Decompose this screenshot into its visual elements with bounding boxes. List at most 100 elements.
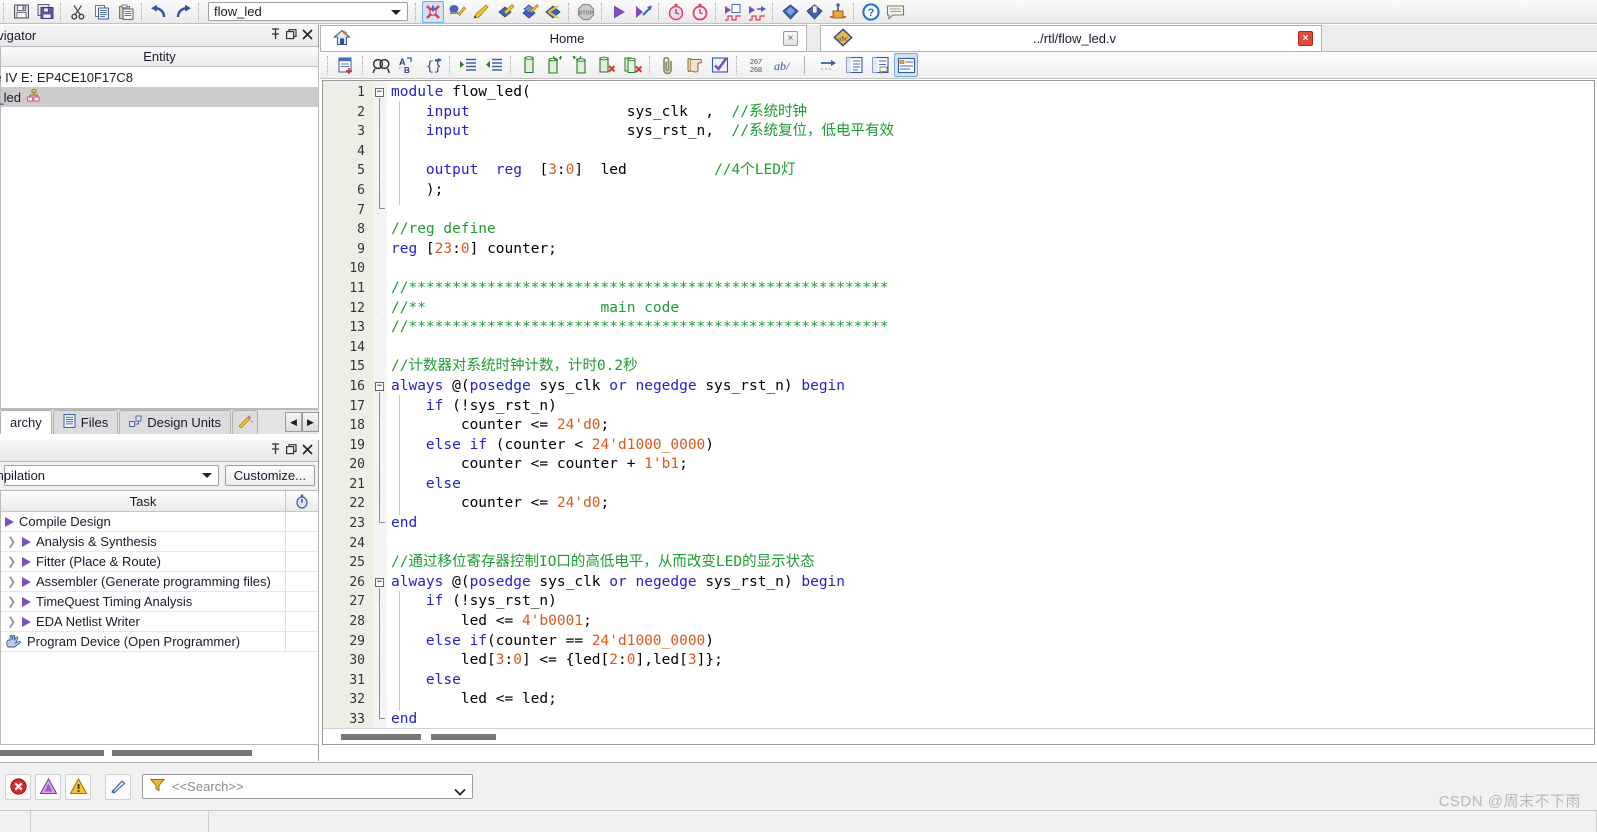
play-triangle-icon[interactable] xyxy=(22,576,31,587)
project-revision-combo[interactable]: flow_led xyxy=(208,2,408,21)
code-line[interactable]: counter <= 24'd0; xyxy=(387,494,1594,514)
code-line[interactable] xyxy=(387,259,1594,279)
code-line[interactable]: ); xyxy=(387,181,1594,201)
customize-button[interactable]: Customize... xyxy=(224,464,315,486)
play-triangle-icon[interactable] xyxy=(22,596,31,607)
show-whitespace-icon[interactable] xyxy=(894,53,918,77)
code-line[interactable]: module flow_led( xyxy=(387,83,1594,103)
code-line[interactable]: else if(counter == 24'd1000_0000) xyxy=(387,632,1594,652)
fold-column[interactable] xyxy=(373,81,387,744)
signaltap-icon[interactable] xyxy=(827,1,849,23)
task-row[interactable]: ❯ Assembler (Generate programming files) xyxy=(1,572,318,592)
code-line[interactable] xyxy=(387,142,1594,162)
fold-toggle-icon[interactable]: − xyxy=(375,382,384,391)
play-triangle-icon[interactable] xyxy=(22,556,31,567)
code-editor[interactable]: 1 2 3 4 5 6 7 8 9 10 11 12 13 14 15 16 17 18 19 20 21 22 23 24 2… xyxy=(322,80,1595,747)
chevron-down-icon[interactable] xyxy=(201,473,212,478)
show-tooltips-icon[interactable] xyxy=(868,53,892,77)
decrease-indent-icon[interactable] xyxy=(482,53,506,77)
code-line[interactable]: counter <= 24'd0; xyxy=(387,416,1594,436)
search-input[interactable]: <<Search>> xyxy=(142,774,473,799)
code-line[interactable]: end xyxy=(387,514,1594,534)
chevron-right-icon[interactable]: ❯ xyxy=(7,595,17,608)
left-horizontal-scrollbar[interactable] xyxy=(0,745,319,761)
restore-icon[interactable] xyxy=(286,28,297,42)
code-line[interactable]: counter <= counter + 1'b1; xyxy=(387,455,1594,475)
code-line[interactable]: if (!sys_rst_n) xyxy=(387,592,1594,612)
analysis-elaboration-icon[interactable] xyxy=(446,1,468,23)
chevron-down-icon[interactable] xyxy=(454,784,466,796)
start-analysis-synthesis-icon[interactable] xyxy=(494,1,516,23)
toggle-wrap-icon[interactable]: ab/ xyxy=(771,53,795,77)
undo-icon[interactable] xyxy=(148,1,170,23)
code-line[interactable]: else xyxy=(387,475,1594,495)
tab-design-units[interactable]: Design Units xyxy=(119,410,231,434)
task-row[interactable]: ❯ TimeQuest Timing Analysis xyxy=(1,592,318,612)
code-line[interactable]: //**************************************… xyxy=(387,279,1594,299)
fold-toggle-icon[interactable]: − xyxy=(375,88,384,97)
chevron-right-icon[interactable]: ❯ xyxy=(7,555,17,568)
insert-template-icon[interactable] xyxy=(334,53,358,77)
task-row[interactable]: Compile Design xyxy=(1,512,318,532)
code-line[interactable]: //reg define xyxy=(387,220,1594,240)
entity-row-toplevel[interactable]: w_led xyxy=(0,87,318,107)
goto-line-icon[interactable] xyxy=(816,53,840,77)
navigator-tab-scroll[interactable]: ◀ ▶ xyxy=(285,412,319,432)
chevron-right-icon[interactable]: ❯ xyxy=(7,615,17,628)
code-line[interactable]: always @(posedge sys_clk or negedge sys_… xyxy=(387,377,1594,397)
compilation-stop-icon[interactable] xyxy=(422,0,444,23)
play-triangle-icon[interactable] xyxy=(5,516,14,527)
code-line[interactable]: led <= led; xyxy=(387,690,1594,710)
task-row[interactable]: Program Device (Open Programmer) xyxy=(1,632,318,652)
comment-icon[interactable] xyxy=(517,53,541,77)
line-numbers-icon[interactable]: 267 268 xyxy=(743,53,769,77)
hand-icon[interactable] xyxy=(5,634,22,649)
scroll-thumb-2[interactable] xyxy=(431,734,496,740)
tasks-close-icon[interactable] xyxy=(302,443,313,457)
code-line[interactable]: else xyxy=(387,671,1594,691)
scroll-thumb-2[interactable] xyxy=(112,750,252,756)
replace-icon[interactable]: A B xyxy=(395,53,419,77)
show-structure-icon[interactable] xyxy=(842,53,866,77)
code-line[interactable]: //计数器对系统时钟计数，计时0.2秒 xyxy=(387,357,1594,377)
goto-icon[interactable]: {} xyxy=(421,53,445,77)
start-compilation-icon[interactable] xyxy=(608,1,630,23)
timing-analyzer-icon[interactable] xyxy=(689,1,711,23)
scroll-thumb-1[interactable] xyxy=(341,734,421,740)
fold-toggle-icon[interactable]: − xyxy=(375,578,384,587)
insert-file-icon[interactable] xyxy=(569,53,593,77)
paste-icon[interactable] xyxy=(115,1,137,23)
increase-indent-icon[interactable] xyxy=(456,53,480,77)
netlist-in-icon[interactable] xyxy=(722,1,744,23)
funnel-icon[interactable] xyxy=(149,778,166,795)
start-fitter-icon[interactable] xyxy=(518,1,540,23)
save-icon[interactable] xyxy=(10,1,32,23)
chevron-right-icon[interactable]: ❯ xyxy=(7,535,17,548)
find-icon[interactable] xyxy=(369,53,393,77)
start-compilation-report-icon[interactable] xyxy=(632,1,654,23)
check-syntax-icon[interactable] xyxy=(708,53,732,77)
play-triangle-icon[interactable] xyxy=(22,536,31,547)
code-line[interactable] xyxy=(387,338,1594,358)
code-line[interactable]: reg [23:0] counter; xyxy=(387,240,1594,260)
play-triangle-icon[interactable] xyxy=(22,616,31,627)
tab-files[interactable]: Files xyxy=(52,410,119,434)
help-icon[interactable]: ? xyxy=(860,1,882,23)
editor-horizontal-scrollbar[interactable] xyxy=(323,728,1594,744)
warnings-button[interactable] xyxy=(65,773,91,800)
stop-processing-icon[interactable]: STOP xyxy=(575,1,597,23)
code-line[interactable]: //**************************************… xyxy=(387,318,1594,338)
tab-hierarchy[interactable]: archy xyxy=(0,410,52,434)
code-line[interactable] xyxy=(387,534,1594,554)
errors-button[interactable] xyxy=(5,773,31,800)
copy-icon[interactable] xyxy=(91,1,113,23)
code-line[interactable]: //** main code xyxy=(387,299,1594,319)
remove-all-bookmarks-icon[interactable] xyxy=(621,53,645,77)
message-icon[interactable] xyxy=(884,1,906,23)
cut-icon[interactable] xyxy=(67,1,89,23)
code-text[interactable]: module flow_led( input sys_clk , //系统时钟 … xyxy=(387,83,1594,738)
task-row[interactable]: ❯ EDA Netlist Writer xyxy=(1,612,318,632)
code-line[interactable]: input sys_rst_n, //系统复位，低电平有效 xyxy=(387,122,1594,142)
close-icon[interactable] xyxy=(302,28,313,42)
redo-icon[interactable] xyxy=(172,1,194,23)
